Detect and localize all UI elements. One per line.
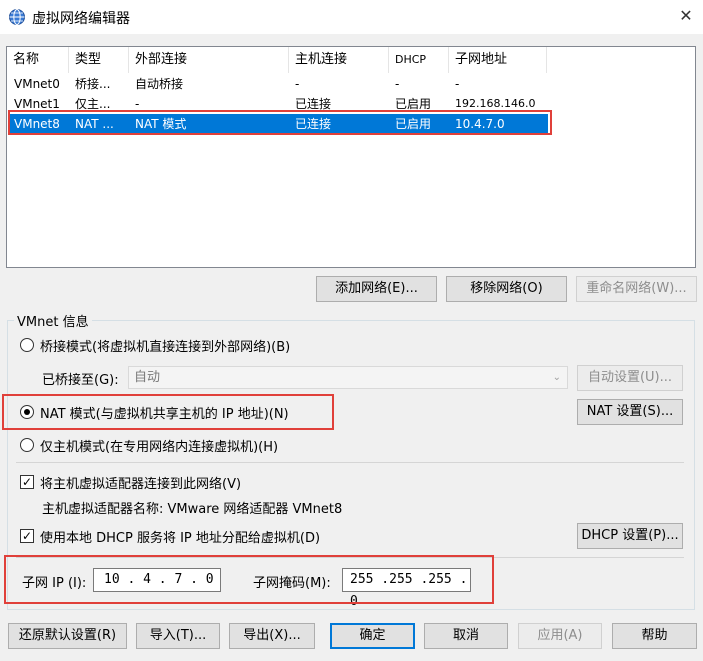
row-external: NAT 模式 xyxy=(135,117,187,131)
column-header-subnet[interactable]: 子网地址 xyxy=(449,47,547,73)
subnet-mask-field[interactable]: 255 .255 .255 . 0 xyxy=(342,568,471,609)
row-host: 已连接 xyxy=(295,97,332,111)
row-dhcp: 已启用 xyxy=(395,97,432,111)
apply-button[interactable]: 应用(A) xyxy=(518,623,602,649)
list-item-selected[interactable]: VMnet8 NAT ... NAT 模式 已连接 已启用 10.4.7.0 xyxy=(8,114,548,134)
vmnet-info-label: VMnet 信息 xyxy=(14,311,92,330)
import-button[interactable]: 导入(T)... xyxy=(136,623,220,649)
nat-mode-label[interactable]: NAT 模式(与虚拟机共享主机的 IP 地址)(N) xyxy=(40,403,289,422)
row-host: - xyxy=(295,77,300,91)
separator xyxy=(16,462,684,463)
bridged-mode-radio[interactable] xyxy=(20,338,34,352)
row-name: VMnet0 xyxy=(14,77,60,91)
list-item[interactable]: VMnet0 桥接... 自动桥接 - - - xyxy=(8,74,548,94)
connect-adapter-label[interactable]: 将主机虚拟适配器连接到此网络(V) xyxy=(40,473,241,492)
subnet-mask-label: 子网掩码(M): xyxy=(253,576,331,591)
column-header-external[interactable]: 外部连接 xyxy=(129,47,289,73)
export-button[interactable]: 导出(X)... xyxy=(229,623,315,649)
rename-network-button[interactable]: 重命名网络(W)... xyxy=(576,276,697,302)
bridged-mode-label[interactable]: 桥接模式(将虚拟机直接连接到外部网络)(B) xyxy=(40,336,290,355)
network-list[interactable]: 名称 类型 外部连接 主机连接 DHCP 子网地址 VMnet0 桥接... 自… xyxy=(6,46,696,268)
row-type: 仅主... xyxy=(75,97,111,111)
connect-adapter-checkbox[interactable]: ✓ xyxy=(20,475,34,489)
network-globe-icon xyxy=(8,8,26,26)
row-dhcp: 已启用 xyxy=(395,117,432,131)
row-name: VMnet1 xyxy=(14,97,60,111)
help-button[interactable]: 帮助 xyxy=(612,623,697,649)
adapter-name-text: 主机虚拟适配器名称: VMware 网络适配器 VMnet8 xyxy=(42,502,343,517)
dhcp-checkbox[interactable]: ✓ xyxy=(20,529,34,543)
column-header-dhcp[interactable]: DHCP xyxy=(389,47,449,73)
restore-defaults-button[interactable]: 还原默认设置(R) xyxy=(8,623,127,649)
close-icon[interactable]: ✕ xyxy=(672,5,700,29)
cancel-button[interactable]: 取消 xyxy=(424,623,508,649)
column-header-type[interactable]: 类型 xyxy=(69,47,129,73)
list-item[interactable]: VMnet1 仅主... - 已连接 已启用 192.168.146.0 xyxy=(8,94,548,114)
row-type: NAT ... xyxy=(75,117,114,131)
vmnet-info-group xyxy=(7,320,695,610)
subnet-ip-label: 子网 IP (I): xyxy=(22,576,87,591)
column-header-name[interactable]: 名称 xyxy=(7,47,69,73)
separator xyxy=(16,557,684,558)
row-subnet: - xyxy=(455,77,460,91)
window-title: 虚拟网络编辑器 xyxy=(32,11,130,27)
bridged-to-select[interactable]: 自动 ⌄ xyxy=(128,366,568,389)
column-header-host[interactable]: 主机连接 xyxy=(289,47,389,73)
row-host: 已连接 xyxy=(295,117,332,131)
row-external: - xyxy=(135,97,140,111)
nat-settings-button[interactable]: NAT 设置(S)... xyxy=(577,399,683,425)
row-subnet: 10.4.7.0 xyxy=(455,117,505,131)
row-name: VMnet8 xyxy=(14,117,60,131)
add-network-button[interactable]: 添加网络(E)... xyxy=(316,276,437,302)
row-subnet: 192.168.146.0 xyxy=(455,97,536,110)
host-only-radio[interactable] xyxy=(20,438,34,452)
nat-mode-radio[interactable] xyxy=(20,405,34,419)
ok-button[interactable]: 确定 xyxy=(330,623,415,649)
subnet-ip-field[interactable]: 10 . 4 . 7 . 0 xyxy=(93,568,221,592)
dhcp-label[interactable]: 使用本地 DHCP 服务将 IP 地址分配给虚拟机(D) xyxy=(40,527,320,546)
chevron-down-icon: ⌄ xyxy=(552,372,561,383)
host-only-label[interactable]: 仅主机模式(在专用网络内连接虚拟机)(H) xyxy=(40,436,278,455)
auto-settings-button[interactable]: 自动设置(U)... xyxy=(577,365,683,391)
bridged-to-value: 自动 xyxy=(134,370,161,385)
remove-network-button[interactable]: 移除网络(O) xyxy=(446,276,567,302)
dhcp-settings-button[interactable]: DHCP 设置(P)... xyxy=(577,523,683,549)
row-type: 桥接... xyxy=(75,77,111,91)
row-dhcp: - xyxy=(395,77,400,91)
bridged-to-label: 已桥接至(G): xyxy=(42,373,119,388)
row-external: 自动桥接 xyxy=(135,77,184,91)
